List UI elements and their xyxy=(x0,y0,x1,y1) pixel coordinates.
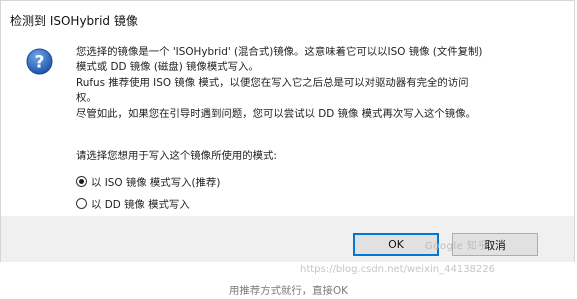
radio-option-dd[interactable]: 以 DD 镜像 模式写入 xyxy=(76,195,190,211)
watermark-url: https://blog.csdn.net/weixin_44138226 xyxy=(300,264,496,275)
message-line: Rufus 推荐使用 ISO 镜像 模式，以便您在写入它之后总是可以对驱动器有完… xyxy=(76,76,469,89)
message-line: 您选择的镜像是一个 'ISOHybrid' (混合式)镜像。这意味着它可以以IS… xyxy=(76,46,483,58)
dialog-title: 检测到 ISOHybrid 镜像 xyxy=(10,14,138,28)
radio-label-dd: 以 DD 镜像 模式写入 xyxy=(91,198,190,211)
radio-selected-dot xyxy=(79,178,84,184)
mode-prompt: 请选择您想用于写入这个镜像所使用的模式: xyxy=(76,150,277,162)
iso-hybrid-dialog: 检测到 ISOHybrid 镜像 ? 您选择的镜像是一个 'ISOHybrid'… xyxy=(0,0,575,262)
radio-label-iso: 以 ISO 镜像 模式写入(推荐) xyxy=(91,176,221,189)
message-line: 尽管如此，如果您在引导时遇到问题，您可以尝试以 DD 镜像 模式再次写入这个镜像… xyxy=(76,107,476,120)
radio-button-dd[interactable] xyxy=(76,197,87,209)
radio-option-iso[interactable]: 以 ISO 镜像 模式写入(推荐) xyxy=(76,173,220,189)
message-line: 权。 xyxy=(76,92,97,105)
svg-text:?: ? xyxy=(35,53,45,73)
question-icon: ? xyxy=(26,48,53,75)
watermark: Google 知乎 https://blog.csdn.net/weixin_4… xyxy=(300,241,575,282)
dialog-body: ? 您选择的镜像是一个 'ISOHybrid' (混合式)镜像。这意味着它可以以… xyxy=(1,37,574,216)
dialog-titlebar: 检测到 ISOHybrid 镜像 xyxy=(1,1,574,37)
watermark-line1: Google 知乎 xyxy=(425,241,488,252)
message-line: 模式或 DD 镜像 (磁盘) 镜像模式写入。 xyxy=(76,61,259,74)
radio-button-iso[interactable] xyxy=(76,175,87,187)
image-caption: 用推荐方式就行，直接OK xyxy=(229,285,348,297)
dialog-message: 您选择的镜像是一个 'ISOHybrid' (混合式)镜像。这意味着它可以以IS… xyxy=(76,45,546,122)
dialog-footer: OK 取消 xyxy=(1,216,574,262)
